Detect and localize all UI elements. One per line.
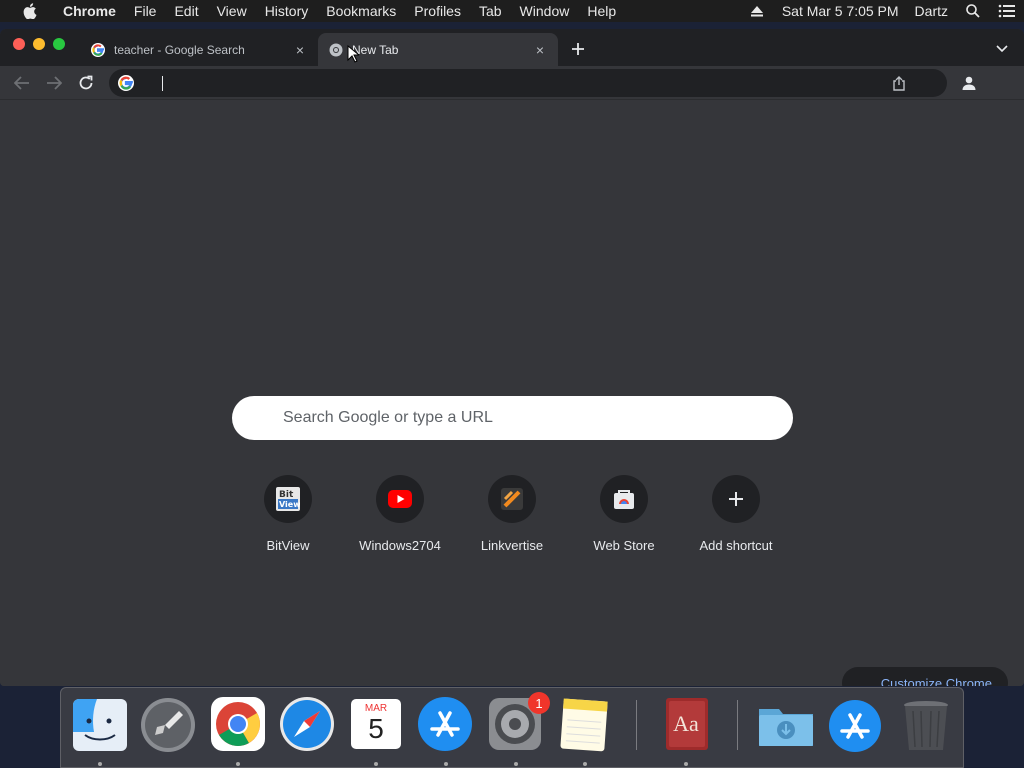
- google-g-icon: [118, 75, 134, 91]
- menu-help[interactable]: Help: [578, 0, 625, 22]
- running-indicator: [583, 762, 587, 766]
- launchpad-icon[interactable]: [139, 695, 197, 753]
- running-indicator: [236, 762, 240, 766]
- svg-text:Bit: Bit: [279, 490, 294, 500]
- customize-chrome-label: Customize Chrome: [880, 675, 992, 687]
- tab-teacher-google-search[interactable]: teacher - Google Search ×: [80, 33, 318, 66]
- search-placeholder: Search Google or type a URL: [283, 409, 493, 426]
- bitview-icon: Bit View: [264, 475, 312, 523]
- shortcut-web-store[interactable]: Web Store: [568, 473, 680, 563]
- tab-search-chevron-icon[interactable]: [992, 39, 1012, 59]
- new-tab-page: Search Google or type a URL Bit View BitV…: [0, 101, 1024, 686]
- menubar-user[interactable]: Dartz: [907, 0, 956, 22]
- mouse-cursor-icon: [347, 44, 361, 63]
- profile-avatar-icon[interactable]: [958, 72, 980, 94]
- close-tab-icon[interactable]: ×: [530, 40, 550, 60]
- trash-icon[interactable]: [897, 695, 955, 753]
- add-shortcut-button[interactable]: Add shortcut: [680, 473, 792, 563]
- shortcut-windows2704[interactable]: Windows2704: [344, 473, 456, 563]
- dock-separator: [737, 700, 738, 750]
- close-tab-icon[interactable]: ×: [290, 40, 310, 60]
- shortcut-label: Add shortcut: [699, 538, 773, 553]
- toolbar: [0, 66, 1024, 100]
- running-indicator: [444, 762, 448, 766]
- ntp-search-box[interactable]: Search Google or type a URL: [232, 396, 793, 440]
- new-tab-plus-icon[interactable]: [566, 37, 590, 61]
- address-bar[interactable]: [109, 69, 947, 97]
- downloads-folder-icon[interactable]: [757, 695, 815, 753]
- app-store-folder-icon[interactable]: [826, 695, 884, 753]
- close-window-button[interactable]: [13, 38, 25, 50]
- tab-title: New Tab: [352, 42, 399, 57]
- notification-center-icon[interactable]: [990, 0, 1024, 22]
- reload-icon[interactable]: [75, 72, 97, 94]
- shortcut-label: BitView: [266, 538, 310, 553]
- running-indicator: [514, 762, 518, 766]
- menubar-clock[interactable]: Sat Mar 5 7:05 PM: [774, 0, 907, 22]
- menu-profiles[interactable]: Profiles: [405, 0, 470, 22]
- dictionary-label: Aa: [673, 711, 699, 736]
- web-store-icon: [600, 475, 648, 523]
- shortcuts-grid: BitView BitView Windows2704 Linkvertise: [232, 473, 792, 563]
- shortcut-label: Web Store: [593, 538, 655, 553]
- app-store-icon[interactable]: [416, 695, 474, 753]
- plus-icon: [712, 475, 760, 523]
- forward-arrow-icon[interactable]: [43, 72, 65, 94]
- shortcut-label: Windows2704: [359, 538, 441, 553]
- dock: MAR 5 1 Aa: [60, 687, 964, 768]
- minimize-window-button[interactable]: [33, 38, 45, 50]
- menu-history[interactable]: History: [256, 0, 318, 22]
- dock-separator: [636, 700, 637, 750]
- menu-window[interactable]: Window: [511, 0, 579, 22]
- eject-icon[interactable]: [740, 0, 774, 22]
- menu-tab[interactable]: Tab: [470, 0, 511, 22]
- chrome-window: teacher - Google Search × New Tab × Sear…: [0, 29, 1024, 686]
- spotlight-search-icon[interactable]: [956, 0, 990, 22]
- linkvertise-icon: [488, 475, 536, 523]
- menu-app-name[interactable]: Chrome: [54, 0, 125, 22]
- menu-bookmarks[interactable]: Bookmarks: [317, 0, 405, 22]
- zoom-window-button[interactable]: [53, 38, 65, 50]
- system-preferences-icon[interactable]: 1: [486, 692, 550, 753]
- tab-title: teacher - Google Search: [114, 42, 245, 57]
- shortcut-linkvertise[interactable]: Linkvertise: [456, 473, 568, 563]
- tab-strip: teacher - Google Search × New Tab ×: [0, 29, 1024, 66]
- chrome-app-icon[interactable]: [209, 695, 267, 753]
- menu-view[interactable]: View: [208, 0, 256, 22]
- shortcut-bitview[interactable]: Bit View BitView: [232, 473, 344, 563]
- finder-icon[interactable]: [71, 695, 129, 753]
- menu-edit[interactable]: Edit: [165, 0, 207, 22]
- shortcut-label: Linkvertise: [480, 538, 544, 553]
- chrome-icon: [328, 42, 344, 58]
- apple-icon[interactable]: [20, 0, 40, 22]
- svg-text:View: View: [279, 500, 300, 509]
- notes-icon[interactable]: [555, 695, 613, 753]
- menu-bar: Chrome File Edit View History Bookmarks …: [0, 0, 1024, 22]
- calendar-day: 5: [368, 713, 384, 744]
- text-cursor: [162, 76, 163, 91]
- running-indicator: [98, 762, 102, 766]
- running-indicator: [374, 762, 378, 766]
- dictionary-icon[interactable]: Aa: [657, 695, 715, 753]
- running-indicator: [684, 762, 688, 766]
- safari-icon[interactable]: [278, 695, 336, 753]
- customize-chrome-button[interactable]: Customize Chrome: [842, 667, 1008, 686]
- share-icon[interactable]: [891, 75, 907, 91]
- calendar-icon[interactable]: MAR 5: [347, 695, 405, 753]
- youtube-icon: [376, 475, 424, 523]
- menu-file[interactable]: File: [125, 0, 166, 22]
- notification-badge: 1: [528, 692, 550, 714]
- back-arrow-icon[interactable]: [11, 72, 33, 94]
- google-g-icon: [90, 42, 106, 58]
